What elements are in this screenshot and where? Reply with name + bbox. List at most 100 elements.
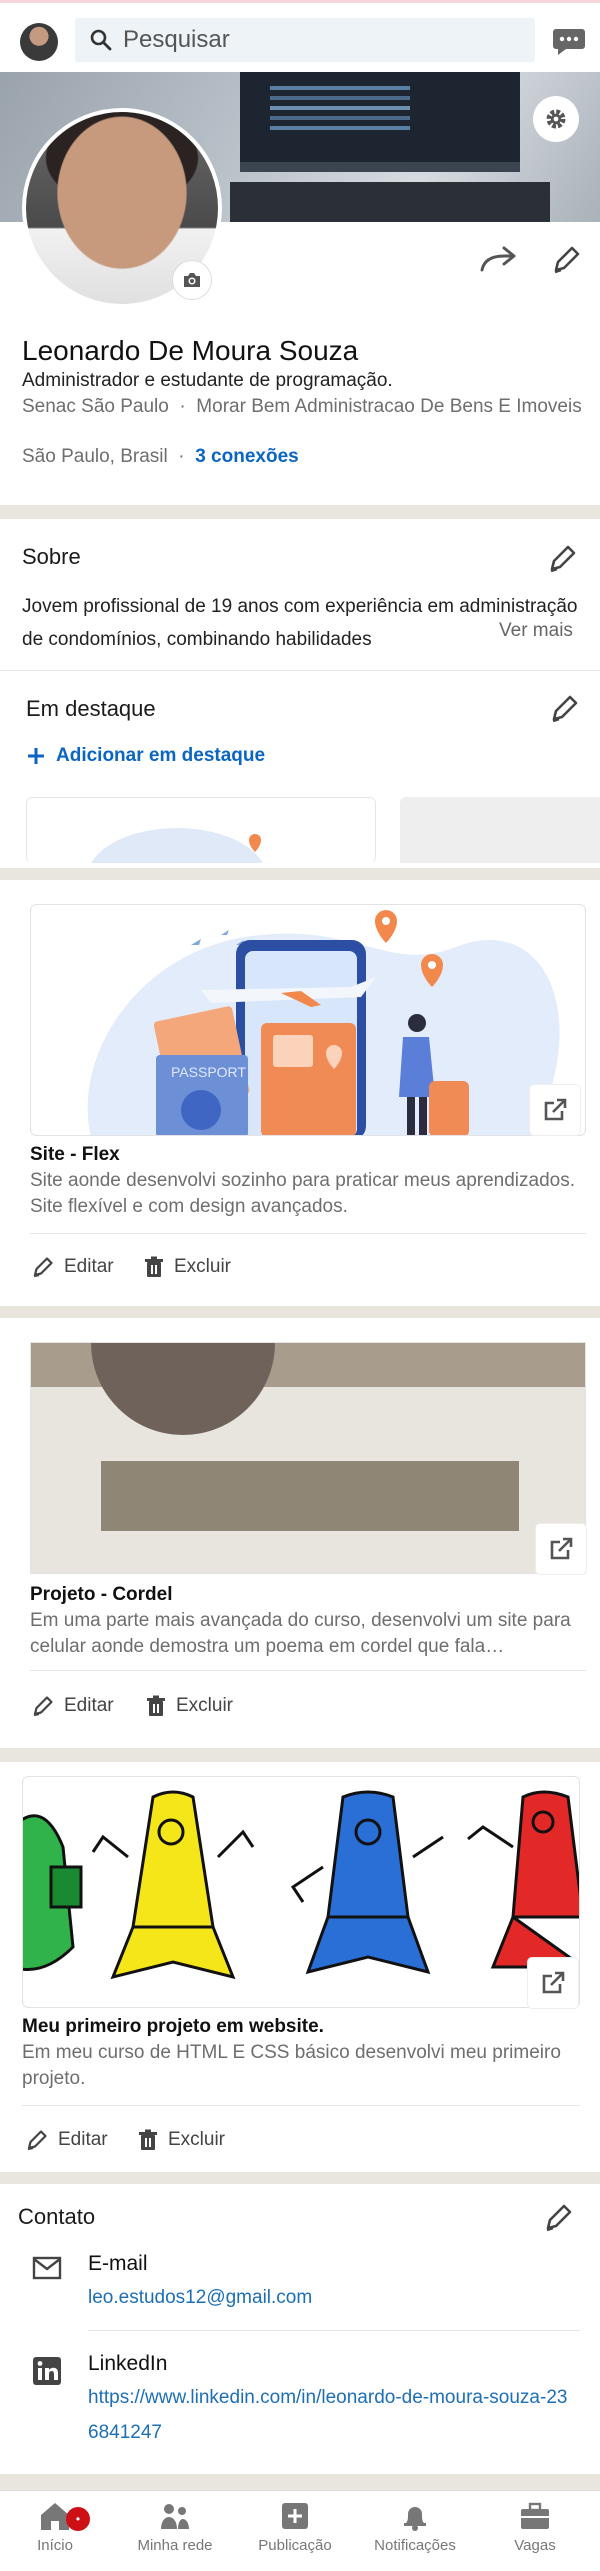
- bottom-nav: Início • Minha rede Publicação Notificaç…: [0, 2490, 600, 2571]
- nav-network[interactable]: Minha rede: [120, 2501, 230, 2554]
- search-icon: [90, 29, 112, 51]
- project-thumbnail[interactable]: [22, 1776, 580, 2008]
- section-divider: [0, 1748, 600, 1762]
- add-featured-button[interactable]: Adicionar em destaque: [26, 745, 265, 767]
- top-bar: Pesquisar: [0, 0, 600, 72]
- edit-label: Editar: [64, 1695, 114, 1716]
- delete-project-button[interactable]: Excluir: [146, 1695, 233, 1717]
- messaging-icon[interactable]: [552, 27, 586, 57]
- notification-badge: •: [66, 2507, 90, 2531]
- edit-project-button[interactable]: Editar: [32, 1695, 114, 1717]
- section-divider: [0, 868, 600, 880]
- nav-label: Minha rede: [137, 2537, 213, 2554]
- profile-education[interactable]: Senac São Paulo: [22, 396, 169, 417]
- section-divider: [0, 2474, 600, 2490]
- section-divider: [0, 1306, 600, 1318]
- project-title[interactable]: Projeto - Cordel: [30, 1584, 173, 1606]
- profile-company[interactable]: Morar Bem Administracao De Bens E Imovei…: [196, 396, 581, 417]
- edit-label: Editar: [64, 1256, 114, 1277]
- nav-label: Vagas: [514, 2537, 556, 2554]
- edit-profile-icon[interactable]: [550, 244, 582, 276]
- pencil-icon: [27, 2130, 47, 2151]
- edit-about-icon[interactable]: [546, 543, 578, 575]
- robots-illustration: [23, 1790, 579, 1980]
- trash-icon: [145, 1256, 163, 1277]
- delete-project-button[interactable]: Excluir: [144, 1256, 231, 1278]
- open-link-button[interactable]: [528, 1958, 578, 2008]
- profile-name: Leonardo De Moura Souza: [22, 335, 359, 366]
- cover-laptop: [240, 72, 520, 172]
- featured-peek-illustration: [91, 828, 263, 863]
- see-more-link[interactable]: Ver mais: [495, 620, 573, 642]
- profile-headline: Administrador e estudante de programação…: [22, 370, 393, 391]
- project-title[interactable]: Site - Flex: [30, 1144, 120, 1166]
- nav-home[interactable]: Início •: [0, 2501, 110, 2554]
- nav-label: Início: [37, 2537, 73, 2554]
- edit-project-button[interactable]: Editar: [26, 2129, 108, 2151]
- open-link-button[interactable]: [530, 1085, 580, 1135]
- linkedin-url-link[interactable]: https://www.linkedin.com/in/leonardo-de-…: [88, 2380, 578, 2450]
- add-post-icon: [282, 2503, 308, 2529]
- search-placeholder: Pesquisar: [123, 26, 230, 53]
- delete-label: Excluir: [176, 1695, 234, 1716]
- featured-title: Em destaque: [26, 696, 156, 721]
- edit-project-button[interactable]: Editar: [32, 1256, 114, 1278]
- project-thumbnail[interactable]: [30, 1342, 586, 1574]
- external-link-icon: [550, 1537, 573, 1560]
- nav-notifications[interactable]: Notificações: [360, 2501, 470, 2554]
- card-divider: [22, 2105, 580, 2106]
- pencil-icon: [33, 1696, 53, 1717]
- project-thumbnail[interactable]: PASSPORT: [30, 904, 586, 1136]
- external-link-icon: [542, 1971, 565, 1994]
- travel-illustration: PASSPORT: [87, 910, 560, 1135]
- nav-label: Notificações: [374, 2537, 456, 2554]
- card-divider: [30, 1670, 586, 1671]
- svg-text:PASSPORT: PASSPORT: [171, 1064, 246, 1080]
- project-description: Em uma parte mais avançada do curso, des…: [30, 1610, 571, 1657]
- profile-meta: Senac São Paulo · Morar Bem Administraca…: [22, 394, 582, 419]
- external-link-icon: [544, 1098, 567, 1121]
- avatar[interactable]: [20, 23, 58, 61]
- cover-keyboard: [230, 182, 550, 222]
- contact-title: Contato: [18, 2204, 96, 2229]
- linkedin-label: LinkedIn: [88, 2352, 168, 2375]
- section-divider: [0, 505, 600, 519]
- search-input[interactable]: Pesquisar: [75, 18, 535, 62]
- nav-post[interactable]: Publicação: [240, 2501, 350, 2554]
- section-divider: [0, 670, 600, 671]
- nav-jobs[interactable]: Vagas: [480, 2501, 590, 2554]
- section-divider: [0, 2172, 600, 2184]
- email-link[interactable]: leo.estudos12@gmail.com: [88, 2280, 312, 2315]
- cover-settings-button[interactable]: [533, 96, 579, 142]
- delete-label: Excluir: [174, 1256, 232, 1277]
- project-description: Site aonde desenvolvi sozinho para prati…: [30, 1170, 575, 1217]
- plus-icon: [28, 748, 44, 764]
- delete-project-button[interactable]: Excluir: [138, 2129, 225, 2151]
- delete-label: Excluir: [168, 2129, 226, 2150]
- cordel-illustration: [31, 1343, 585, 1531]
- edit-featured-icon[interactable]: [548, 693, 580, 725]
- email-label: E-mail: [88, 2252, 148, 2275]
- share-icon[interactable]: [478, 244, 518, 274]
- featured-card-peek-2[interactable]: [400, 797, 600, 863]
- camera-icon: [184, 273, 200, 287]
- network-icon: [161, 2504, 189, 2529]
- linkedin-icon: [33, 2357, 61, 2385]
- meta-dot: ·: [174, 396, 192, 417]
- card-divider: [30, 1233, 586, 1234]
- pencil-icon: [33, 1257, 53, 1278]
- gear-icon: [546, 109, 566, 129]
- edit-contact-icon[interactable]: [542, 2202, 574, 2234]
- contact-divider: [88, 2330, 580, 2331]
- open-link-button[interactable]: [536, 1524, 586, 1574]
- profile-location: São Paulo, Brasil: [22, 446, 168, 467]
- change-photo-button[interactable]: [172, 260, 212, 300]
- nav-label: Publicação: [258, 2537, 332, 2554]
- connections-link[interactable]: 3 conexões: [195, 446, 299, 467]
- meta-dot: ·: [173, 446, 190, 467]
- edit-label: Editar: [58, 2129, 108, 2150]
- briefcase-icon: [521, 2502, 549, 2529]
- featured-card-peek[interactable]: [26, 797, 376, 863]
- project-description: Em meu curso de HTML E CSS básico desenv…: [22, 2042, 561, 2089]
- project-title[interactable]: Meu primeiro projeto em website.: [22, 2016, 324, 2038]
